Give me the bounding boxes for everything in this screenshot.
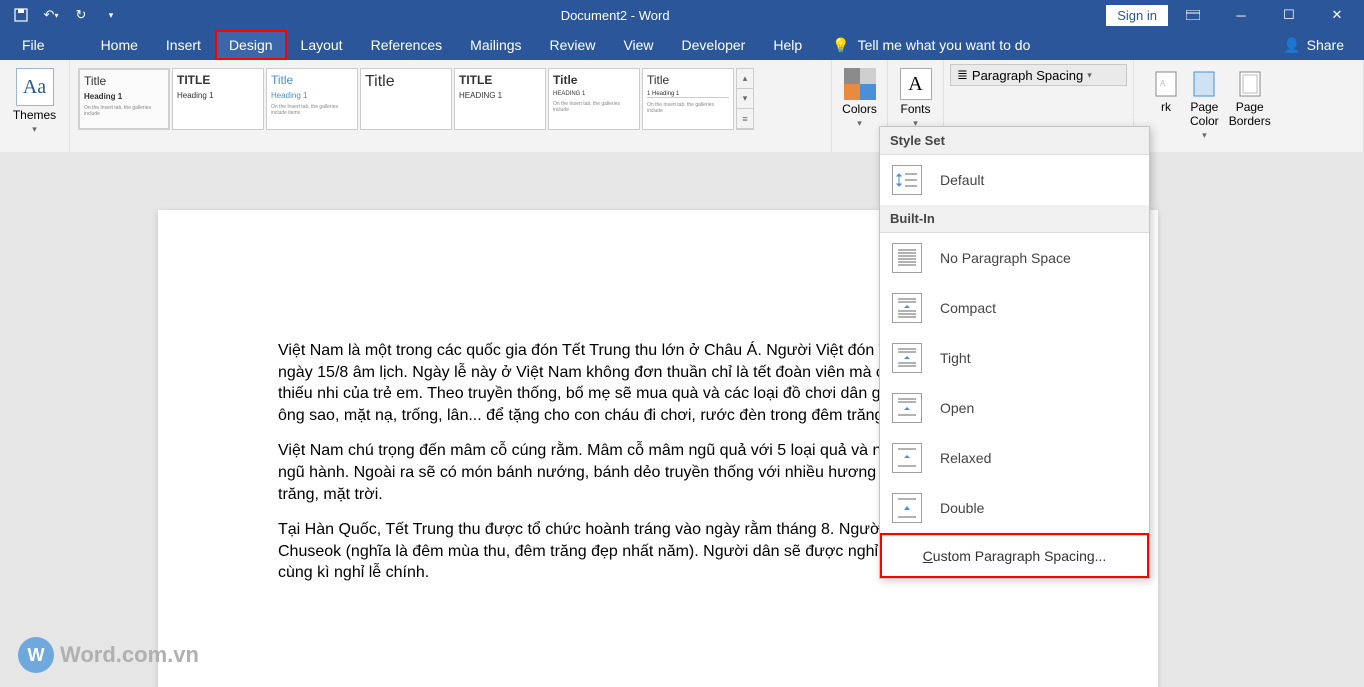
dropdown-header: Style Set (880, 127, 1149, 155)
scroll-up-icon[interactable]: ▴ (737, 69, 753, 89)
chevron-down-icon: ▾ (32, 124, 37, 135)
gallery-item[interactable]: Title (360, 68, 452, 130)
close-icon[interactable]: ✕ (1314, 0, 1360, 30)
scroll-down-icon[interactable]: ▾ (737, 89, 753, 109)
undo-icon[interactable]: ↶ ▾ (38, 2, 64, 28)
relaxed-icon (892, 443, 922, 473)
gallery-item[interactable]: TITLEHeading 1 (172, 68, 264, 130)
tab-view[interactable]: View (609, 30, 667, 60)
paragraph-spacing-button[interactable]: ≣ Paragraph Spacing ▾ (950, 64, 1127, 86)
sign-in-button[interactable]: Sign in (1106, 5, 1168, 26)
page-color-button[interactable]: Page Color▾ (1190, 70, 1219, 141)
gallery-item[interactable]: TitleHeading 1On the Insert tab, the gal… (266, 68, 358, 130)
tab-design[interactable]: Design (215, 30, 287, 60)
ribbon-display-icon[interactable] (1170, 0, 1216, 30)
gallery-item[interactable]: TITLEHEADING 1 (454, 68, 546, 130)
tab-layout[interactable]: Layout (287, 30, 357, 60)
share-icon: 👤 (1283, 37, 1300, 54)
double-icon (892, 493, 922, 523)
chevron-down-icon: ▾ (1087, 70, 1092, 81)
page-borders-button[interactable]: Page Borders (1229, 70, 1271, 141)
gallery-item[interactable]: TitleHeading 1On the Insert tab, the gal… (78, 68, 170, 130)
gallery-scroll[interactable]: ▴▾≡ (736, 68, 754, 130)
style-gallery[interactable]: TitleHeading 1On the Insert tab, the gal… (76, 64, 825, 134)
tight-icon (892, 343, 922, 373)
fonts-icon: A (900, 68, 932, 100)
save-icon[interactable] (8, 2, 34, 28)
document-title: Document2 - Word (124, 8, 1106, 23)
fonts-button[interactable]: AFonts▾ (894, 64, 937, 133)
svg-text:A: A (1160, 79, 1166, 88)
maximize-icon[interactable]: ☐ (1266, 0, 1312, 30)
title-bar: ↶ ▾ ↻ ▾ Document2 - Word Sign in ─ ☐ ✕ (0, 0, 1364, 30)
watermark-logo: W Word.com.vn (18, 637, 199, 673)
document-area: Việt Nam là một trong các quốc gia đón T… (0, 152, 1364, 687)
paragraph-spacing-dropdown: Style Set Default Built-In No Paragraph … (879, 126, 1150, 579)
gallery-item[interactable]: TitleHEADING 1On the Insert tab, the gal… (548, 68, 640, 130)
spacing-option-tight[interactable]: Tight (880, 333, 1149, 383)
page-borders-icon (1236, 70, 1264, 98)
tab-help[interactable]: Help (759, 30, 816, 60)
tab-developer[interactable]: Developer (668, 30, 760, 60)
custom-paragraph-spacing-button[interactable]: CCustom Paragraph Spacing...ustom Paragr… (882, 535, 1147, 576)
spacing-option-default[interactable]: Default (880, 155, 1149, 205)
redo-icon[interactable]: ↻ (68, 2, 94, 28)
default-spacing-icon (892, 165, 922, 195)
tab-review[interactable]: Review (536, 30, 610, 60)
spacing-option-open[interactable]: Open (880, 383, 1149, 433)
colors-icon (844, 68, 876, 100)
watermark-button[interactable]: Ark (1152, 70, 1180, 141)
tab-home[interactable]: Home (87, 30, 152, 60)
lightbulb-icon: 💡 (832, 37, 849, 54)
themes-icon: Aa (16, 68, 54, 106)
spacing-option-compact[interactable]: Compact (880, 283, 1149, 333)
minimize-icon[interactable]: ─ (1218, 0, 1264, 30)
no-space-icon (892, 243, 922, 273)
word-logo-icon: W (18, 637, 54, 673)
tell-me-label: Tell me what you want to do (858, 37, 1031, 53)
themes-button[interactable]: Aa Themes ▾ (6, 64, 63, 139)
spacing-option-double[interactable]: Double (880, 483, 1149, 533)
tab-insert[interactable]: Insert (152, 30, 215, 60)
open-icon (892, 393, 922, 423)
spacing-option-relaxed[interactable]: Relaxed (880, 433, 1149, 483)
gallery-expand-icon[interactable]: ≡ (737, 109, 753, 129)
paragraph-spacing-icon: ≣ (957, 67, 968, 83)
qat-more-icon[interactable]: ▾ (98, 2, 124, 28)
share-button[interactable]: 👤 Share (1283, 30, 1356, 60)
spacing-option-none[interactable]: No Paragraph Space (880, 233, 1149, 283)
colors-button[interactable]: Colors▾ (838, 64, 881, 133)
watermark-icon: A (1152, 70, 1180, 98)
ribbon-tabs: File Home Insert Design Layout Reference… (0, 30, 1364, 60)
tab-file[interactable]: File (8, 30, 59, 60)
dropdown-header: Built-In (880, 205, 1149, 233)
tell-me-search[interactable]: 💡 Tell me what you want to do (816, 30, 1283, 60)
page-color-icon (1190, 70, 1218, 98)
tab-mailings[interactable]: Mailings (456, 30, 535, 60)
gallery-item[interactable]: Title1 Heading 1On the Insert tab, the g… (642, 68, 734, 130)
compact-icon (892, 293, 922, 323)
tab-references[interactable]: References (357, 30, 457, 60)
